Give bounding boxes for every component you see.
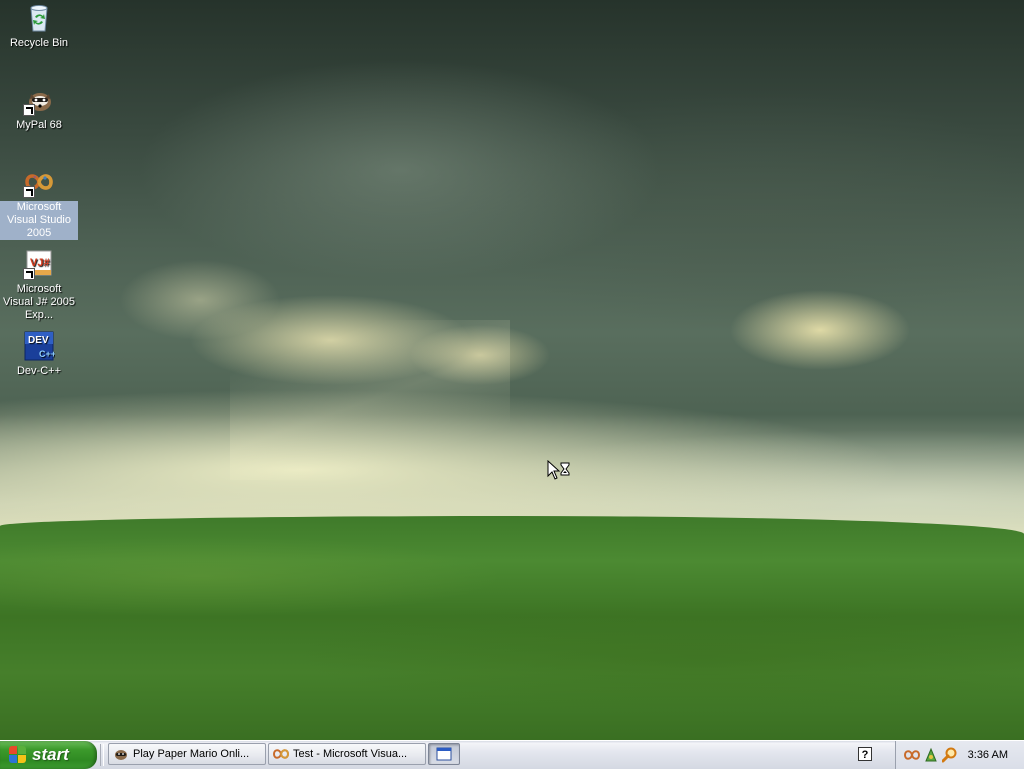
taskbar-button-visual-studio[interactable]: Test - Microsoft Visua...: [268, 743, 426, 765]
green-field: [0, 516, 1024, 740]
clock[interactable]: 3:36 AM: [968, 749, 1008, 761]
sun-rays: [230, 320, 510, 480]
desktop-icon-label: Microsoft Visual Studio 2005: [0, 201, 78, 240]
desktop-icon-dev-cpp[interactable]: DEV C++ Dev-C++: [0, 330, 78, 378]
desktop-icon-recycle-bin[interactable]: Recycle Bin: [0, 2, 78, 50]
shortcut-arrow-icon: [23, 186, 35, 198]
desktop-icon-label: Recycle Bin: [9, 37, 69, 49]
desktop-icon-mypal[interactable]: MyPal 68: [0, 84, 78, 132]
desktop-icon-label: Microsoft Visual J# 2005 Exp...: [3, 283, 75, 321]
taskbar-button-label: Play Paper Mario Onli...: [133, 748, 250, 760]
desktop-icon-visual-studio[interactable]: Microsoft Visual Studio 2005: [0, 166, 78, 240]
visual-studio-tray-icon[interactable]: [903, 747, 921, 763]
desktop-icon-visual-jsharp[interactable]: VJ# Microsoft Visual J# 2005 Exp...: [0, 248, 78, 322]
shortcut-arrow-icon: [23, 268, 35, 280]
recycle-bin-icon: [23, 2, 55, 34]
desktop-icon-label: Dev-C++: [16, 365, 62, 377]
visual-studio-icon: [23, 166, 55, 198]
dev-cpp-icon: DEV C++: [23, 330, 56, 362]
mypal-browser-icon: [113, 746, 129, 762]
desktop-icon-label: MyPal 68: [16, 119, 62, 131]
busy-arrow-cursor: [547, 459, 571, 484]
shortcut-arrow-icon: [23, 104, 35, 116]
visual-studio-icon: [272, 746, 290, 762]
taskbar: start Play Paper Mario Onli... Test - Mi…: [0, 740, 1024, 769]
start-label: start: [32, 745, 69, 764]
window-icon: [436, 746, 452, 762]
windows-logo-icon: [9, 746, 27, 764]
svg-text:DEV: DEV: [28, 335, 49, 346]
network-tray-icon[interactable]: [923, 747, 939, 763]
svg-text:C++: C++: [39, 349, 55, 359]
taskbar-separator: [100, 744, 104, 766]
help-icon[interactable]: ?: [858, 747, 872, 761]
taskbar-button-window[interactable]: [428, 743, 460, 765]
mypal-browser-icon: [23, 84, 55, 116]
visual-jsharp-icon: VJ#: [23, 248, 55, 280]
taskbar-button-label: Test - Microsoft Visua...: [293, 748, 408, 760]
search-tray-icon[interactable]: [941, 747, 958, 763]
desktop-wallpaper: [0, 0, 1024, 740]
start-button[interactable]: start: [0, 741, 97, 769]
system-tray: 3:36 AM: [895, 741, 1024, 769]
taskbar-button-paper-mario[interactable]: Play Paper Mario Onli...: [108, 743, 266, 765]
